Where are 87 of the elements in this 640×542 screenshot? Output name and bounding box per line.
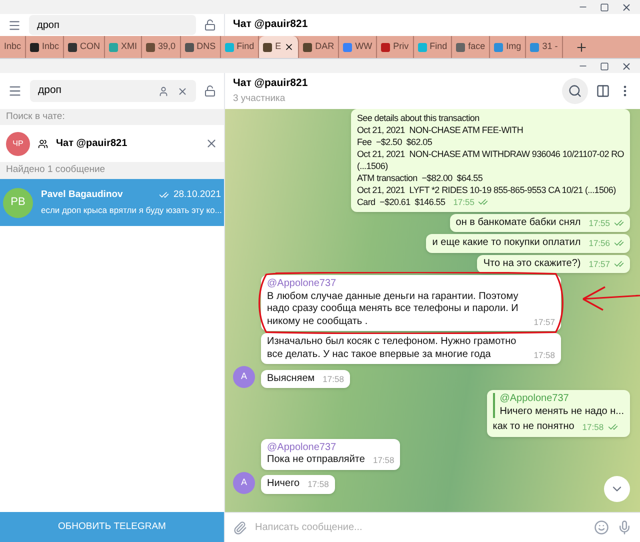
- close-icon[interactable]: [621, 60, 632, 72]
- tab-title: Img: [506, 40, 522, 54]
- message-text: Oct 21, 2021 NON-CHASE ATM WITHDRAW 936046 10/21107-02 RO: [356, 148, 624, 160]
- update-button[interactable]: ОБНОВИТЬ TELEGRAM: [0, 512, 224, 542]
- user-avatar[interactable]: A: [233, 472, 255, 494]
- new-tab-icon[interactable]: [574, 41, 588, 54]
- contact-name: Pavel Bagaudinov: [41, 188, 124, 202]
- message-time: 17:58: [322, 372, 344, 385]
- tab-title: DNS: [196, 40, 216, 54]
- tab-title: E: [275, 40, 282, 54]
- close-icon[interactable]: [621, 2, 632, 12]
- emoji-icon[interactable]: [594, 520, 609, 535]
- message-time: 17:55: [588, 216, 610, 229]
- message-text: Card −$20.61 $146.55: [356, 196, 446, 208]
- user-avatar[interactable]: A: [233, 366, 255, 388]
- message-text: и еще какие то покупки оплатил: [432, 237, 581, 250]
- user-filter-icon[interactable]: [158, 86, 169, 96]
- tab-title: WW: [355, 40, 372, 54]
- tab-title: XMI: [121, 40, 138, 54]
- message-text: Oct 21, 2021 NON-CHASE ATM FEE-WITH: [356, 124, 524, 136]
- tab-title: DAR: [315, 40, 334, 54]
- message-text: он в банкомате бабки снял: [456, 216, 581, 229]
- tab-title: face: [468, 40, 486, 54]
- author-name: @Appolone737: [267, 442, 338, 454]
- message-time: 17:57: [534, 316, 555, 328]
- menu-icon[interactable]: [8, 18, 21, 32]
- message-text: как то не понятно: [492, 421, 574, 434]
- member-count: 3 участника: [233, 92, 286, 106]
- browser-tab[interactable]: E: [259, 36, 300, 58]
- menu-icon[interactable]: [8, 84, 22, 98]
- author-name: @Appolone737: [267, 278, 338, 290]
- maximize-icon[interactable]: [600, 2, 609, 12]
- tab-title: Find: [430, 40, 448, 54]
- message-preview: если дроп крыса врятли я буду юзать эту ко...: [41, 204, 221, 217]
- tab-title: Inbc: [42, 40, 60, 54]
- search-button[interactable]: [562, 78, 588, 104]
- chat-filter-item[interactable]: ЧР Чат @pauir821: [0, 125, 224, 162]
- reply-author: @Appolone737: [500, 393, 570, 406]
- read-check-icon: [159, 190, 170, 200]
- message-text: Oct 21, 2021 LYFT *2 RIDES 10-19 855-865-9553 CA 10/21 (...1506): [356, 184, 617, 196]
- contact-avatar: PB: [3, 188, 33, 218]
- search-result[interactable]: PB Pavel Bagaudinov 28.10.2021 если дроп крыса врятли я буду юзать эту ко...: [0, 179, 224, 226]
- chat-title: Чат @pauir821: [233, 76, 309, 91]
- message-time: 17:56: [588, 237, 610, 250]
- microphone-icon[interactable]: [617, 520, 632, 535]
- attach-icon[interactable]: [233, 520, 247, 534]
- tab-title: Priv: [393, 40, 409, 54]
- message-time: 17:58: [534, 348, 555, 361]
- message-text: (...1506): [356, 160, 389, 172]
- message-text: Выясняем: [267, 372, 315, 385]
- message-text: See details about this transaction: [356, 112, 480, 124]
- maximize-icon[interactable]: [600, 62, 609, 70]
- message-time: 17:55: [453, 196, 474, 208]
- section-header: Найдено 1 сообщение: [0, 162, 224, 179]
- message-text: Изначально был косяк с телефоном. Нужно грамотно все делать. У нас такое впервые за многие года: [267, 336, 518, 361]
- message-text: Что на это скажите?): [483, 258, 581, 270]
- message-time: 17:58: [308, 478, 329, 490]
- tab-title: Find: [236, 40, 254, 54]
- message-time: 17:58: [582, 421, 604, 434]
- tab-title: 31 -: [542, 40, 558, 54]
- chat-title: Чат @pauir821: [56, 137, 128, 151]
- message-text: Ничего: [267, 478, 300, 490]
- lock-icon[interactable]: [204, 85, 216, 97]
- lock-icon[interactable]: [204, 19, 216, 31]
- message-date: 28.10.2021: [173, 188, 221, 202]
- message-text: В любом случае данные деньги на гарантии. Поэтому надо сразу сообща менять все телефоны и пароли. И никому не сообщать .: [267, 290, 520, 328]
- close-tab-icon[interactable]: [284, 42, 294, 52]
- tab-title: CON: [80, 40, 100, 54]
- message-time: 17:57: [588, 258, 610, 270]
- tab-title: 39,0: [158, 40, 176, 54]
- message-input[interactable]: Написать сообщение...: [255, 520, 586, 535]
- reply-text: Ничего менять не надо н...: [500, 406, 624, 418]
- search-icon: [568, 84, 582, 98]
- message-text: ATM transaction −$82.00 $64.55: [356, 172, 484, 184]
- group-icon: [38, 138, 48, 148]
- section-header: Поиск в чате:: [0, 109, 224, 125]
- clear-icon[interactable]: [177, 86, 188, 96]
- chat-title: Чат @pauir821: [232, 17, 308, 32]
- message-time: 17:58: [372, 454, 394, 466]
- message-text: Fee −$2.50 $62.05: [356, 136, 434, 148]
- close-icon[interactable]: [205, 137, 218, 150]
- message-text: Пока не отправляйте: [267, 454, 365, 466]
- sidebar-toggle-icon[interactable]: [596, 84, 610, 98]
- chat-avatar: ЧР: [6, 132, 30, 156]
- tab-title: Inbc: [4, 40, 22, 54]
- search-field[interactable]: дроп: [30, 80, 196, 102]
- search-field[interactable]: дроп: [29, 15, 196, 35]
